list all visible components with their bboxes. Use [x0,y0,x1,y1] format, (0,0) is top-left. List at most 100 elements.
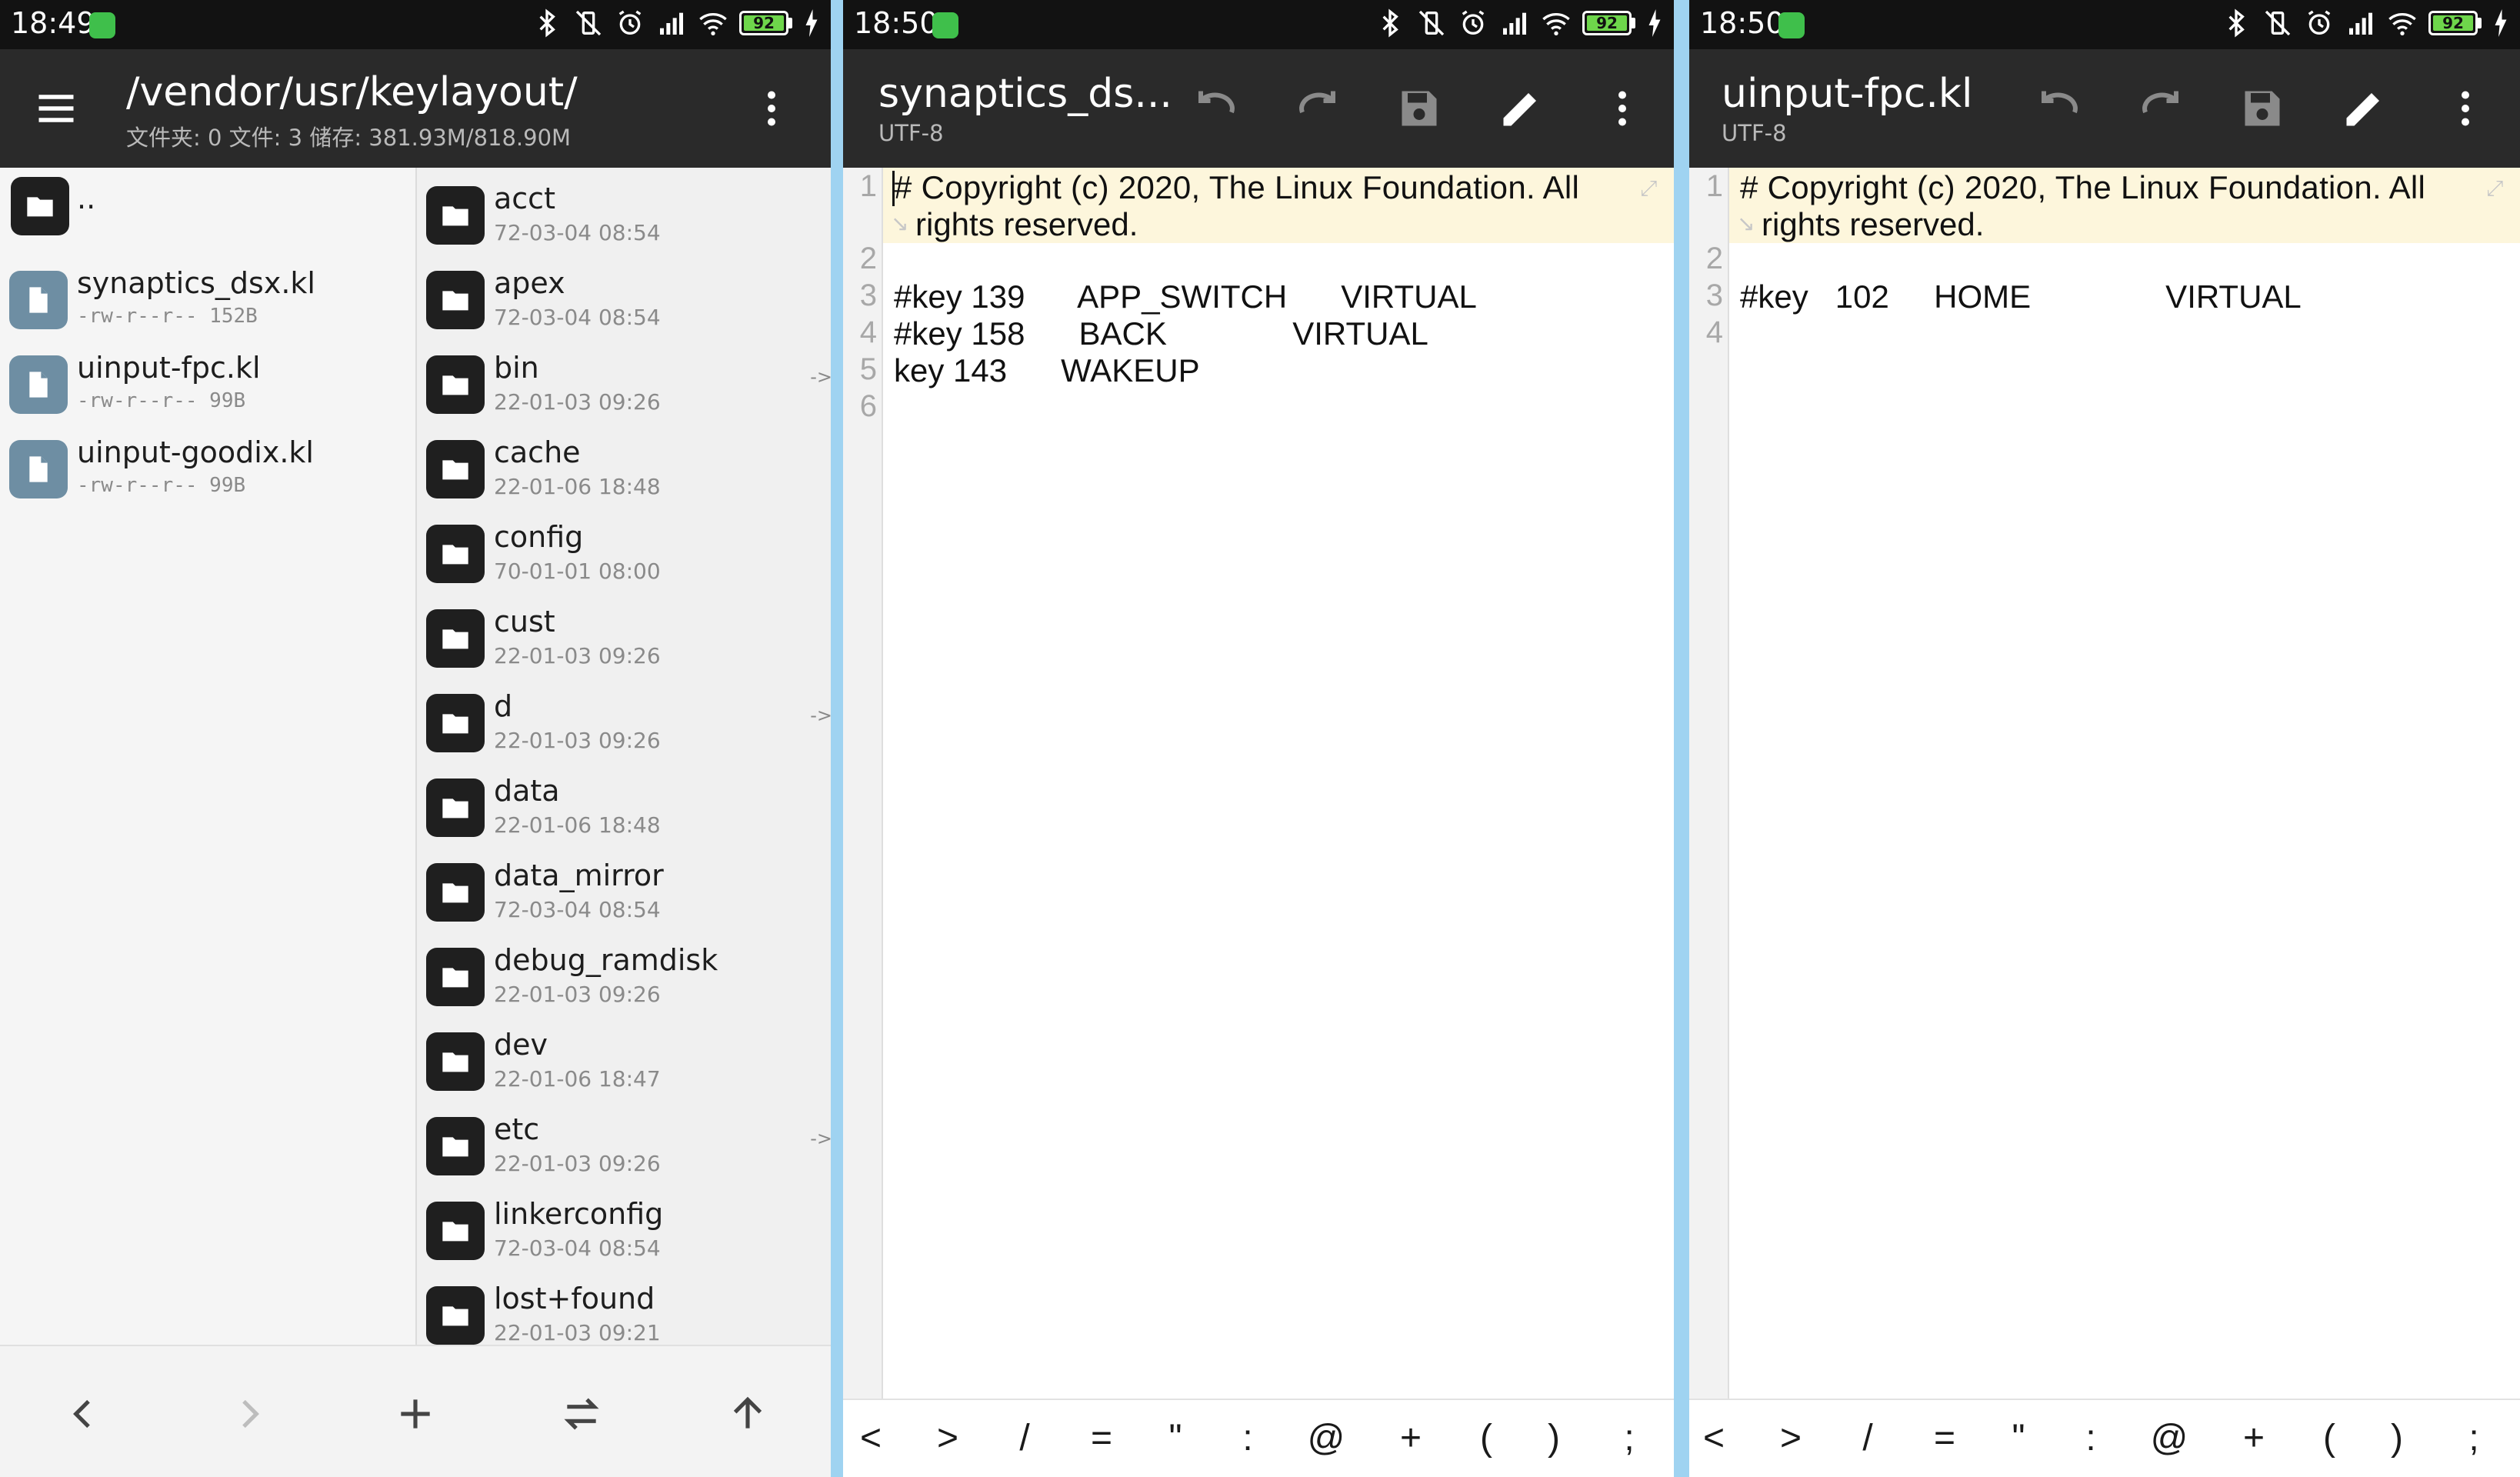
list-item-folder[interactable]: d 22-01-03 09:26 -> [417,678,831,755]
symbol-key[interactable]: ) [2374,1417,2420,1459]
parent-directory-button[interactable] [717,1383,778,1445]
edit-button[interactable] [2337,82,2391,135]
folder-name: acct [494,182,555,215]
editor-toolbar: uinput-fpc.kl UTF-8 [1689,49,2520,168]
alarm-icon [2308,10,2331,35]
forward-button[interactable] [218,1383,280,1445]
undo-button[interactable] [2032,82,2086,135]
symbol-key[interactable]: @ [2146,1417,2192,1459]
wifi-icon [699,13,727,35]
text-editor-area[interactable]: # Copyright (c) 2020, The Linux Foundati… [1731,168,2520,1399]
more-vert-icon [2462,91,2469,126]
symbol-key[interactable]: / [1002,1417,1048,1459]
folder-icon [426,779,485,837]
list-item-file[interactable]: uinput-goodix.kl -rw-r--r-- 99B [0,425,415,502]
redo-button[interactable] [2134,82,2188,135]
symbol-key[interactable]: / [1845,1417,1891,1459]
swap-panes-button[interactable] [551,1383,612,1445]
symbol-key[interactable]: < [1691,1417,1737,1459]
redo-icon [2142,91,2178,114]
line-number: 2 [1705,242,1723,275]
symbol-key[interactable]: " [1152,1417,1198,1459]
symbol-key[interactable]: " [1995,1417,2042,1459]
symbol-key[interactable]: ; [2451,1417,2497,1459]
list-item-folder[interactable]: data_mirror 72-03-04 08:54 [417,848,831,925]
folder-icon [426,694,485,752]
symbol-key[interactable]: : [1225,1417,1271,1459]
folder-icon [426,186,485,245]
symbol-key[interactable]: ( [1463,1417,1509,1459]
list-item-folder[interactable]: lost+found 22-01-03 09:21 [417,1271,831,1348]
charging-icon [805,9,818,37]
overflow-menu-button[interactable] [1595,82,1649,135]
file-manager-toolbar: /vendor/usr/keylayout/ 文件夹: 0 文件: 3 储存: … [0,49,831,168]
pencil-icon [2346,93,2379,126]
symbol-key[interactable]: > [1768,1417,1814,1459]
list-item-parent[interactable]: .. [0,171,415,248]
list-item-folder[interactable]: bin 22-01-03 09:26 -> [417,340,831,417]
folder-icon [426,355,485,414]
symbol-key[interactable]: @ [1303,1417,1349,1459]
line-number: 2 [859,242,877,275]
text-editor-area[interactable]: # Copyright (c) 2020, The Linux Foundati… [885,168,1674,1399]
symbol-key[interactable]: ( [2306,1417,2352,1459]
folder-date: 22-01-06 18:48 [494,812,661,838]
redo-button[interactable] [1291,82,1345,135]
list-item-folder[interactable]: etc 22-01-03 09:26 -> [417,1102,831,1179]
app-notification-icon [932,12,958,38]
folder-date: 22-01-03 09:21 [494,1320,661,1345]
folder-date: 22-01-06 18:48 [494,474,661,499]
symbol-input-bar: < > / = " : @ + ( ) ; [1689,1399,2520,1477]
overflow-menu-button[interactable] [2438,82,2492,135]
save-icon [1402,91,1437,126]
symbol-key[interactable]: = [1922,1417,1968,1459]
bluetooth-icon [1382,8,1398,38]
folder-icon [426,609,485,668]
undo-button[interactable] [1189,82,1243,135]
wrap-end-icon: ⤢ [1640,175,1658,201]
symbol-key[interactable]: > [925,1417,971,1459]
symbol-key[interactable]: ) [1531,1417,1577,1459]
wrap-start-icon: ↘ [891,211,909,236]
symbol-key[interactable]: + [1388,1417,1434,1459]
symbol-key[interactable]: = [1078,1417,1125,1459]
list-item-folder[interactable]: acct 72-03-04 08:54 [417,171,831,248]
list-item-file[interactable]: uinput-fpc.kl -rw-r--r-- 99B [0,340,415,417]
symbol-key[interactable]: ; [1606,1417,1652,1459]
symbol-key[interactable]: < [848,1417,894,1459]
line-number: 1 [859,169,877,203]
save-button[interactable] [2235,82,2289,135]
folder-name: etc [494,1112,540,1146]
code-line: #key 139 APP_SWITCH VIRTUAL [894,278,1477,315]
status-bar: 18:50 92 [1689,0,2520,49]
save-button[interactable] [1392,82,1446,135]
list-item-folder[interactable]: config 70-01-01 08:00 [417,509,831,586]
symbol-key[interactable]: : [2068,1417,2114,1459]
back-button[interactable] [52,1383,114,1445]
menu-button[interactable] [29,82,83,135]
document-encoding: UTF-8 [1722,120,1787,146]
folder-date: 22-01-03 09:26 [494,1151,661,1176]
list-item-file[interactable]: synaptics_dsx.kl -rw-r--r-- 152B [0,255,415,332]
directory-summary: 文件夹: 0 文件: 3 储存: 381.93M/818.90M [126,125,572,151]
file-icon [9,271,68,329]
file-meta: -rw-r--r-- 99B [77,474,246,497]
add-button[interactable] [385,1383,446,1445]
bluetooth-icon [2228,8,2245,38]
redo-icon [1299,91,1335,114]
list-item-folder[interactable]: data 22-01-06 18:48 [417,763,831,840]
list-item-folder[interactable]: linkerconfig 72-03-04 08:54 [417,1186,831,1263]
list-item-folder[interactable]: cust 22-01-03 09:26 [417,594,831,671]
wifi-icon [1542,13,1570,35]
status-icons: 92 [1375,8,1663,38]
overflow-menu-button[interactable] [745,82,798,135]
list-item-folder[interactable]: debug_ramdisk 22-01-03 09:26 [417,932,831,1009]
symbol-key[interactable]: + [2231,1417,2277,1459]
edit-button[interactable] [1494,82,1548,135]
list-item-folder[interactable]: cache 22-01-06 18:48 [417,425,831,502]
list-item-folder[interactable]: apex 72-03-04 08:54 [417,255,831,332]
folder-icon [426,440,485,498]
folder-date: 22-01-03 09:26 [494,389,661,415]
list-item-folder[interactable]: dev 22-01-06 18:47 [417,1017,831,1094]
signal-icon [660,12,683,35]
